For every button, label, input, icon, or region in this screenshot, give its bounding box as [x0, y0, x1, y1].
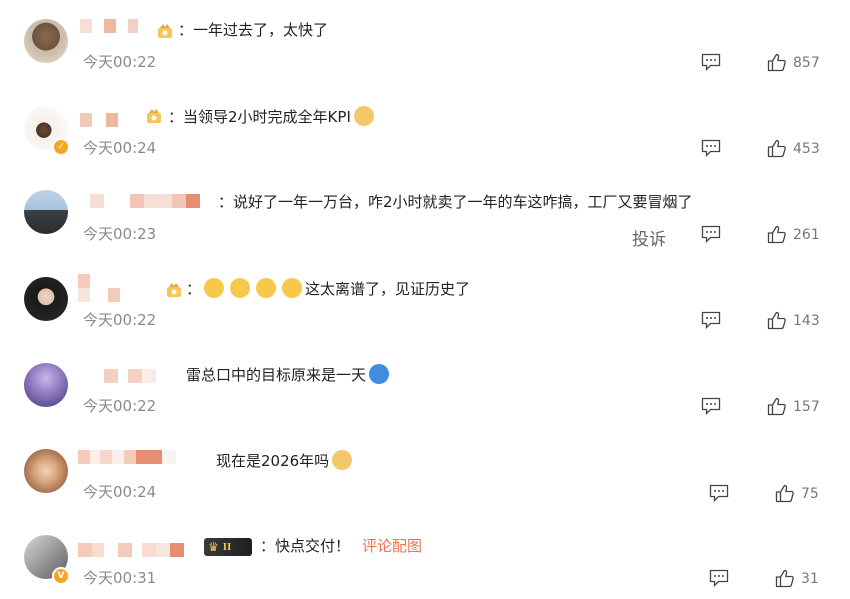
doge-emoji-icon: [353, 106, 374, 126]
laughing-tears-emoji-icon: [204, 278, 225, 298]
username-redacted[interactable]: [90, 194, 200, 208]
like-count: 453: [793, 141, 820, 157]
laughing-tears-emoji-icon: [256, 278, 277, 298]
comment-bubble-icon[interactable]: [701, 311, 721, 329]
thumbs-up-icon[interactable]: [767, 139, 787, 158]
username-redacted[interactable]: [78, 274, 120, 302]
comment-bubble-icon[interactable]: [701, 397, 721, 415]
timestamp: 今天00:24: [83, 139, 157, 157]
comment-bubble-icon[interactable]: [709, 484, 729, 502]
timestamp: 今天00:22: [83, 397, 157, 415]
comment-item: ：一年过去了，太快了 今天00:22 857: [0, 0, 850, 86]
like-count: 261: [793, 227, 820, 243]
thumbs-up-icon[interactable]: [767, 53, 787, 72]
thumbs-up-icon[interactable]: [767, 311, 787, 330]
comment-bubble-icon[interactable]: [701, 139, 721, 157]
comment-bubble-icon[interactable]: [709, 569, 729, 587]
username-redacted[interactable]: [80, 113, 118, 127]
doraemon-emoji-icon: [369, 364, 390, 384]
avatar[interactable]: [24, 19, 68, 63]
comment-image-link[interactable]: 评论配图: [362, 536, 422, 556]
thumbs-up-icon[interactable]: [767, 225, 787, 244]
comment-item: 现在是2026年吗 今天00:24 75: [0, 430, 850, 516]
thumbs-up-icon[interactable]: [775, 569, 795, 588]
timestamp: 今天00:31: [83, 569, 157, 587]
verified-badge-icon: ✓: [52, 138, 70, 156]
comment-text: ：当领导2小时完成全年KPI: [168, 106, 377, 127]
comment-text: ：一年过去了，太快了: [178, 21, 329, 39]
timestamp: 今天00:24: [83, 483, 157, 501]
comment-text: ：快点交付！: [260, 537, 351, 555]
avatar[interactable]: [24, 363, 68, 407]
like-count: 31: [801, 571, 819, 587]
comment-item: ：这太离谱了，见证历史了 今天00:22 143: [0, 258, 850, 344]
comment-text: 雷总口中的目标原来是一天: [186, 364, 392, 385]
comment-item: 雷总口中的目标原来是一天 今天00:22 157: [0, 344, 850, 430]
timestamp: 今天00:22: [83, 311, 157, 329]
like-count: 143: [793, 313, 820, 329]
comment-item: ✓ ：当领导2小时完成全年KPI 今天00:24 453: [0, 86, 850, 172]
laughing-tears-emoji-icon: [282, 278, 303, 298]
like-count: 75: [801, 486, 819, 502]
username-redacted[interactable]: [78, 543, 184, 557]
comment-text: 现在是2026年吗: [216, 450, 355, 471]
avatar[interactable]: [24, 277, 68, 321]
like-count: 857: [793, 55, 820, 71]
vip-crown-icon: [167, 283, 181, 297]
username-redacted[interactable]: [104, 369, 156, 383]
vip-crown-icon: [158, 24, 172, 38]
comment-item: ：说好了一年一万台，咋2小时就卖了一年的车这咋搞，工厂又要冒烟了 今天00:23…: [0, 172, 850, 258]
username-redacted[interactable]: [78, 450, 176, 464]
timestamp: 今天00:23: [83, 225, 157, 243]
comment-item: V ♛ II ：快点交付！ 评论配图 今天00:31 31: [0, 516, 850, 599]
comment-bubble-icon[interactable]: [701, 53, 721, 71]
laughing-tears-emoji-icon: [230, 278, 251, 298]
comment-text: ：说好了一年一万台，咋2小时就卖了一年的车这咋搞，工厂又要冒烟了: [218, 193, 693, 211]
thumbs-up-icon[interactable]: [767, 397, 787, 416]
thumbs-up-icon[interactable]: [775, 484, 795, 503]
avatar[interactable]: [24, 449, 68, 493]
report-button[interactable]: 投诉: [632, 225, 666, 250]
vip-crown-icon: [147, 109, 161, 123]
avatar[interactable]: [24, 190, 68, 234]
vip-level-label: II: [222, 541, 232, 553]
comment-bubble-icon[interactable]: [701, 225, 721, 243]
verified-badge-icon: V: [52, 567, 70, 585]
vip-level-badge: ♛ II: [204, 538, 252, 556]
username-redacted[interactable]: [80, 19, 138, 33]
doge-emoji-icon: [332, 450, 353, 470]
timestamp: 今天00:22: [83, 53, 157, 71]
like-count: 157: [793, 399, 820, 415]
comment-text: ：这太离谱了，见证历史了: [186, 278, 471, 298]
crown-icon: ♛: [208, 540, 219, 554]
